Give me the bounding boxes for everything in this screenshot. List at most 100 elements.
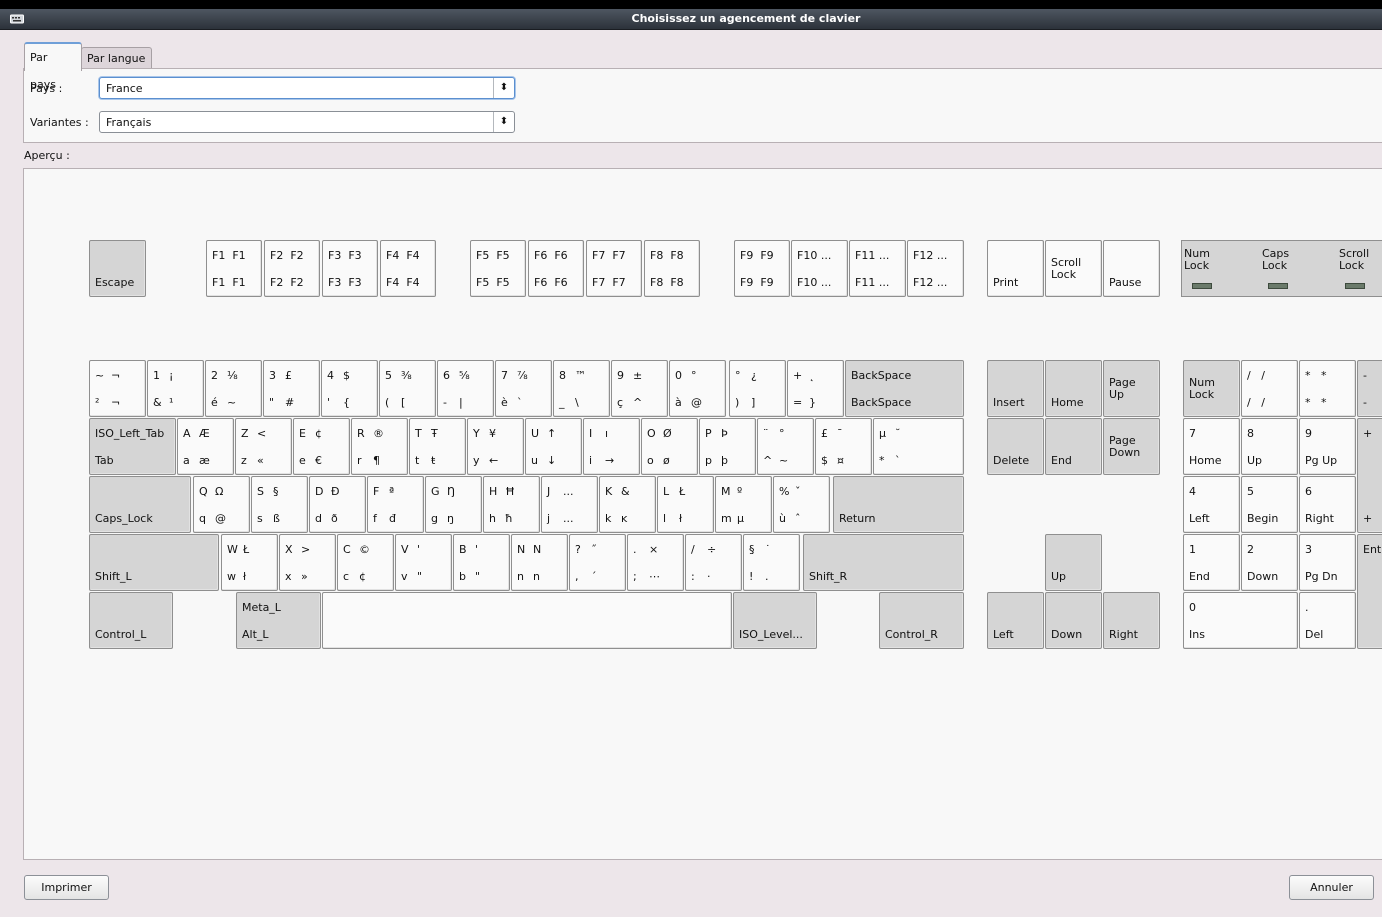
key-label: T (415, 427, 422, 440)
key-label: 9 (617, 369, 624, 382)
key-label: Begin (1247, 512, 1279, 525)
key-label: ⋯ (649, 570, 660, 583)
key-label: Z (241, 427, 249, 440)
key-label: Control_L (95, 628, 147, 641)
key-f9: F9 F9 F9 F9 (734, 240, 790, 297)
key-label: F9 F9 (740, 249, 774, 262)
led-label-caps: Caps Lock (1262, 247, 1290, 272)
key-label: ı (605, 427, 609, 440)
key-label: + (793, 369, 803, 382)
key-label: Home (1189, 454, 1222, 467)
key-label: Ł (679, 485, 686, 498)
key-label: 7 (501, 369, 508, 382)
key-label: þ (721, 454, 728, 467)
key-numpad: / / / / (1241, 360, 1298, 417)
key-label: Shift_L (95, 570, 132, 583)
key-label: F3 F3 (328, 276, 362, 289)
key-label: Page Up (1109, 376, 1136, 401)
key-label: ... (563, 485, 574, 498)
variant-select[interactable]: Français ⬍ (99, 111, 515, 133)
key-label: ± (633, 369, 643, 382)
key-label: æ (199, 454, 210, 467)
key-label: Insert (993, 396, 1025, 409)
key-label: / / (1247, 396, 1265, 409)
key-label: ˘ (895, 427, 901, 440)
key-f8: F8 F8 F8 F8 (644, 240, 700, 297)
key-label: ˛ (809, 369, 815, 382)
cancel-button[interactable]: Annuler (1289, 875, 1374, 900)
key-label: - (1363, 396, 1367, 409)
keyboard-key: Mº mµ (715, 476, 772, 533)
key-label: F1 F1 (212, 249, 246, 262)
keyboard-key: £ ¯ $ ¤ (815, 418, 872, 475)
key-label: ¢ (315, 427, 322, 440)
key-label: ç (617, 396, 624, 409)
keyboard-key: B ' b " (453, 534, 510, 591)
key-label: , (575, 570, 579, 583)
title-bar[interactable]: Choisissez un agencement de clavier (0, 0, 1382, 30)
tab-par-pays[interactable]: Par pays (24, 42, 82, 91)
key-label: → (605, 454, 615, 467)
key-label: ⅝ (459, 369, 470, 382)
key-label: F2 F2 (270, 276, 304, 289)
key-label: F5 F5 (476, 276, 510, 289)
key-label: + (1363, 427, 1373, 440)
key-numpad: 8 Up (1241, 418, 1298, 475)
key-label: Ins (1189, 628, 1205, 641)
key-label: R (357, 427, 365, 440)
key-label: đ (389, 512, 396, 525)
key-label: § (749, 543, 755, 556)
selection-panel: Pays : France ⬍ Variantes : Français ⬍ (23, 68, 1382, 143)
keyboard-key: DÐdð (309, 476, 366, 533)
key-label: 5 (1247, 485, 1254, 498)
key-numpad: 2 Down (1241, 534, 1298, 591)
key-label: g (431, 512, 438, 525)
key-label: End (1051, 454, 1072, 467)
key-label: 4 (1189, 485, 1196, 498)
key-label: ´ (591, 570, 597, 583)
key-system: Print (987, 240, 1044, 297)
key-label: ' (475, 543, 479, 556)
key-label: Þ (721, 427, 728, 440)
key-numpad: 1 End (1183, 534, 1240, 591)
key-label: Down (1247, 570, 1279, 583)
key-label: . (633, 543, 637, 556)
tab-par-langue[interactable]: Par langue (81, 47, 152, 70)
key-label: F4 F4 (386, 276, 420, 289)
key-f10: F10 ... F10 ... (791, 240, 848, 297)
key-label: ˆ (795, 512, 801, 525)
key-caps-lock: Caps_Lock (89, 476, 191, 533)
key-label: 0 (1189, 601, 1196, 614)
key-label: ¤ (837, 454, 844, 467)
key-label: BackSpace (851, 396, 912, 409)
key-label: ŧ (431, 454, 436, 467)
key-label: ħ (505, 512, 513, 525)
key-label: ... (563, 512, 574, 525)
indicator-panel: Num Lock Caps Lock Scroll Lock (1181, 240, 1382, 297)
key-label: Print (993, 276, 1019, 289)
key-label: X (285, 543, 293, 556)
key-label: º (737, 485, 743, 498)
key-label: ð (331, 512, 338, 525)
keyboard-key: R ® r ¶ (351, 418, 408, 475)
keyboard-key: U ↑ u ↓ (525, 418, 582, 475)
key-label: F10 ... (797, 276, 832, 289)
key-label: § (273, 485, 279, 498)
key-label: £ (821, 427, 828, 440)
key-label: 2 (1247, 543, 1254, 556)
key-label: i (589, 454, 593, 467)
key-control-right: Control_R (879, 592, 964, 649)
key-numpad: + + (1357, 418, 1382, 533)
key-label: | (459, 396, 463, 409)
key-label: ø (663, 454, 670, 467)
keyboard-key: PÞpþ (699, 418, 756, 475)
print-button[interactable]: Imprimer (24, 875, 109, 900)
country-select[interactable]: France ⬍ (99, 77, 515, 99)
key-label: > (301, 543, 311, 556)
key-label: 1 (153, 369, 160, 382)
key-label: BackSpace (851, 369, 912, 382)
key-label: ↓ (547, 454, 557, 467)
key-numpad: Ent (1357, 534, 1382, 649)
key-numpad: 0 Ins (1183, 592, 1298, 649)
key-label: Return (839, 512, 876, 525)
